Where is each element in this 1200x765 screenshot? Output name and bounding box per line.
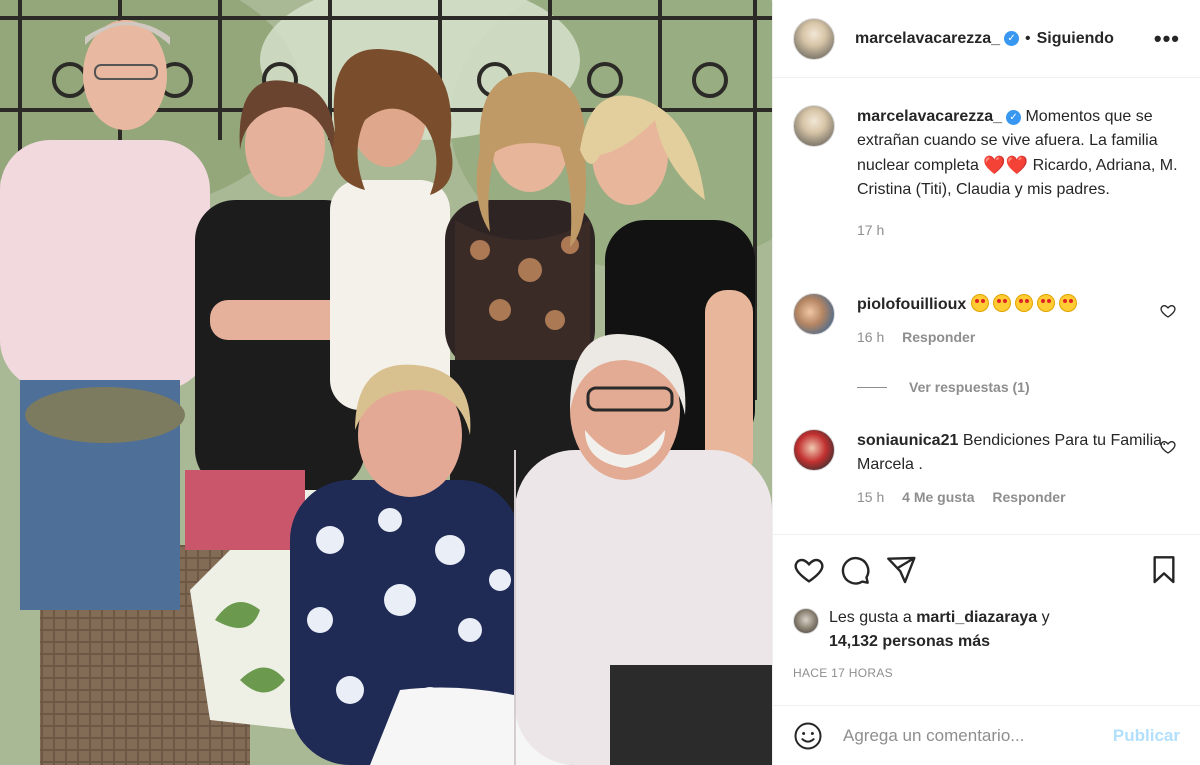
more-options-icon[interactable]: ••• [1154, 27, 1180, 49]
add-comment-bar: Publicar [773, 705, 1200, 765]
person-3 [330, 49, 453, 410]
comment-meta: 16 h Responder [857, 329, 1180, 345]
liker-avatar[interactable] [793, 608, 819, 634]
hearts-emoji: ❤️❤️ [983, 155, 1029, 175]
likes-connector: y [1041, 609, 1050, 626]
reply-button[interactable]: Responder [992, 489, 1065, 505]
caption-time[interactable]: 17 h [857, 222, 884, 238]
caption-username[interactable]: marcelavacarezza_ [857, 108, 1002, 125]
post-timestamp[interactable]: HACE 17 HORAS [793, 666, 893, 680]
comment-input[interactable] [841, 724, 1113, 747]
post-side-panel: marcelavacarezza_ ✓ • Siguiendo ••• marc… [772, 0, 1200, 765]
replies-divider [857, 386, 887, 388]
likes-user[interactable]: marti_diazaraya [916, 609, 1037, 626]
emoji-smiley-icon[interactable] [793, 721, 823, 751]
likes-summary: Les gusta a marti_diazaraya y 14,132 per… [793, 606, 1050, 654]
author-avatar[interactable] [793, 17, 835, 60]
comment-meta: 15 h 4 Me gusta Responder [857, 489, 1180, 505]
caption-body: marcelavacarezza_ ✓ Momentos que se extra… [857, 105, 1180, 238]
like-heart-icon[interactable] [793, 554, 825, 586]
comment-time[interactable]: 15 h [857, 489, 884, 505]
heart-eyes-emoji-icon [1058, 294, 1077, 312]
share-paper-plane-icon[interactable] [885, 554, 917, 586]
caption-meta: 17 h [857, 222, 1180, 238]
family-photo-illustration [0, 0, 772, 765]
view-replies-button[interactable]: Ver respuestas (1) [857, 379, 1030, 395]
comments-section: marcelavacarezza_ ✓ Momentos que se extra… [773, 79, 1200, 534]
likes-prefix: Les gusta a [829, 609, 912, 626]
commenter-avatar[interactable] [793, 293, 835, 335]
caption: marcelavacarezza_ ✓ Momentos que se extra… [793, 105, 1180, 238]
heart-eyes-emoji-icon [970, 294, 989, 312]
comment-username[interactable]: piolofouillioux [857, 296, 966, 313]
comment-item: soniaunica21 Bendiciones Para tu Familia… [793, 429, 1180, 505]
heart-eyes-emoji-group [970, 294, 1081, 313]
heart-eyes-emoji-icon [1014, 294, 1033, 312]
comment-likes[interactable]: 4 Me gusta [902, 489, 974, 505]
comment-bubble-icon[interactable] [839, 554, 871, 586]
comment-body: soniaunica21 Bendiciones Para tu Familia… [857, 429, 1180, 505]
author-username[interactable]: marcelavacarezza_ [855, 30, 1000, 48]
save-bookmark-icon[interactable] [1148, 554, 1180, 586]
like-comment-heart-icon[interactable] [1160, 439, 1176, 455]
comment-username[interactable]: soniaunica21 [857, 432, 958, 449]
caption-text-block: marcelavacarezza_ ✓ Momentos que se extra… [857, 105, 1180, 202]
header-separator: • [1025, 29, 1031, 47]
post-header: marcelavacarezza_ ✓ • Siguiendo ••• [773, 0, 1200, 78]
likes-text: Les gusta a marti_diazaraya y 14,132 per… [829, 606, 1050, 654]
comment-text-block: piolofouillioux [857, 293, 1180, 317]
following-button[interactable]: Siguiendo [1037, 30, 1114, 48]
caption-avatar[interactable] [793, 105, 835, 147]
comment-time[interactable]: 16 h [857, 329, 884, 345]
post-actions [773, 534, 1200, 604]
heart-eyes-emoji-icon [992, 294, 1011, 312]
verified-badge-icon: ✓ [1006, 110, 1022, 125]
reply-button[interactable]: Responder [902, 329, 975, 345]
instagram-post: marcelavacarezza_ ✓ • Siguiendo ••• marc… [0, 0, 1200, 765]
post-photo[interactable] [0, 0, 772, 765]
commenter-avatar[interactable] [793, 429, 835, 471]
publish-button[interactable]: Publicar [1113, 726, 1180, 746]
heart-eyes-emoji-icon [1036, 294, 1055, 312]
comment-body: piolofouillioux 16 h Responder [857, 293, 1180, 345]
like-comment-heart-icon[interactable] [1160, 303, 1176, 319]
verified-badge-icon: ✓ [1004, 31, 1020, 46]
likes-count[interactable]: 14,132 personas más [829, 633, 990, 650]
view-replies-label[interactable]: Ver respuestas (1) [909, 379, 1030, 395]
comment-item: piolofouillioux 16 h Responder [793, 293, 1180, 345]
comment-text-block: soniaunica21 Bendiciones Para tu Familia… [857, 429, 1180, 477]
